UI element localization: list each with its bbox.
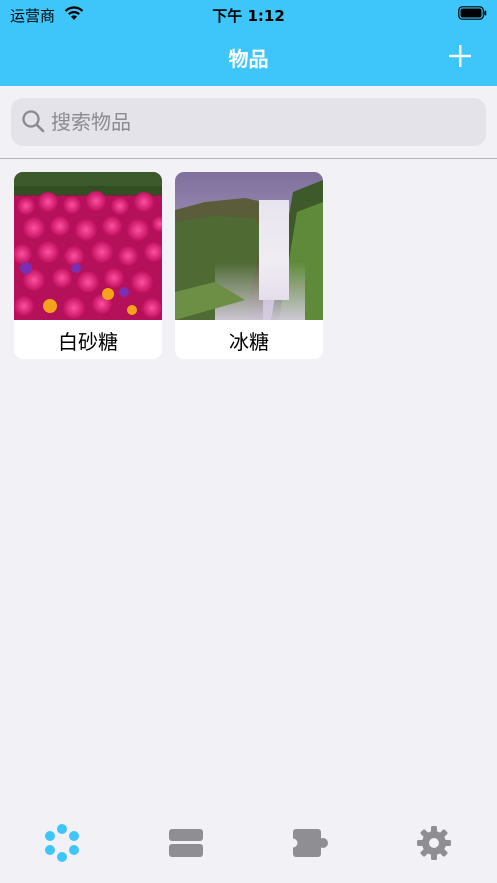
gear-icon xyxy=(417,826,451,860)
page-title: 物品 xyxy=(228,47,269,71)
item-card[interactable]: 冰糖 xyxy=(175,172,323,359)
dots-cluster-icon xyxy=(45,824,79,862)
item-name: 冰糖 xyxy=(229,330,269,354)
add-item-button[interactable] xyxy=(444,40,476,72)
search-icon xyxy=(22,110,45,133)
status-bar: 运营商 下午 1:12 xyxy=(0,0,497,28)
tab-storage[interactable] xyxy=(165,822,207,864)
puzzle-piece-icon xyxy=(289,829,328,857)
battery-icon xyxy=(458,6,487,20)
search-bar[interactable] xyxy=(11,98,486,146)
navigation-bar: 运营商 下午 1:12 物品 xyxy=(0,0,497,86)
tab-items[interactable] xyxy=(41,822,83,864)
plus-icon xyxy=(449,45,471,67)
storage-rows-icon xyxy=(169,829,203,857)
status-time: 下午 1:12 xyxy=(212,7,285,25)
item-card[interactable]: 白砂糖 xyxy=(14,172,162,359)
item-image xyxy=(14,172,162,320)
item-image xyxy=(175,172,323,320)
search-input[interactable] xyxy=(51,106,471,138)
items-screen: 运营商 下午 1:12 物品 搜索物品 白砂糖 冰糖 xyxy=(0,0,497,883)
tab-settings[interactable] xyxy=(413,822,455,864)
item-name: 白砂糖 xyxy=(58,330,118,354)
divider xyxy=(0,158,497,159)
tab-plugins[interactable] xyxy=(289,822,331,864)
